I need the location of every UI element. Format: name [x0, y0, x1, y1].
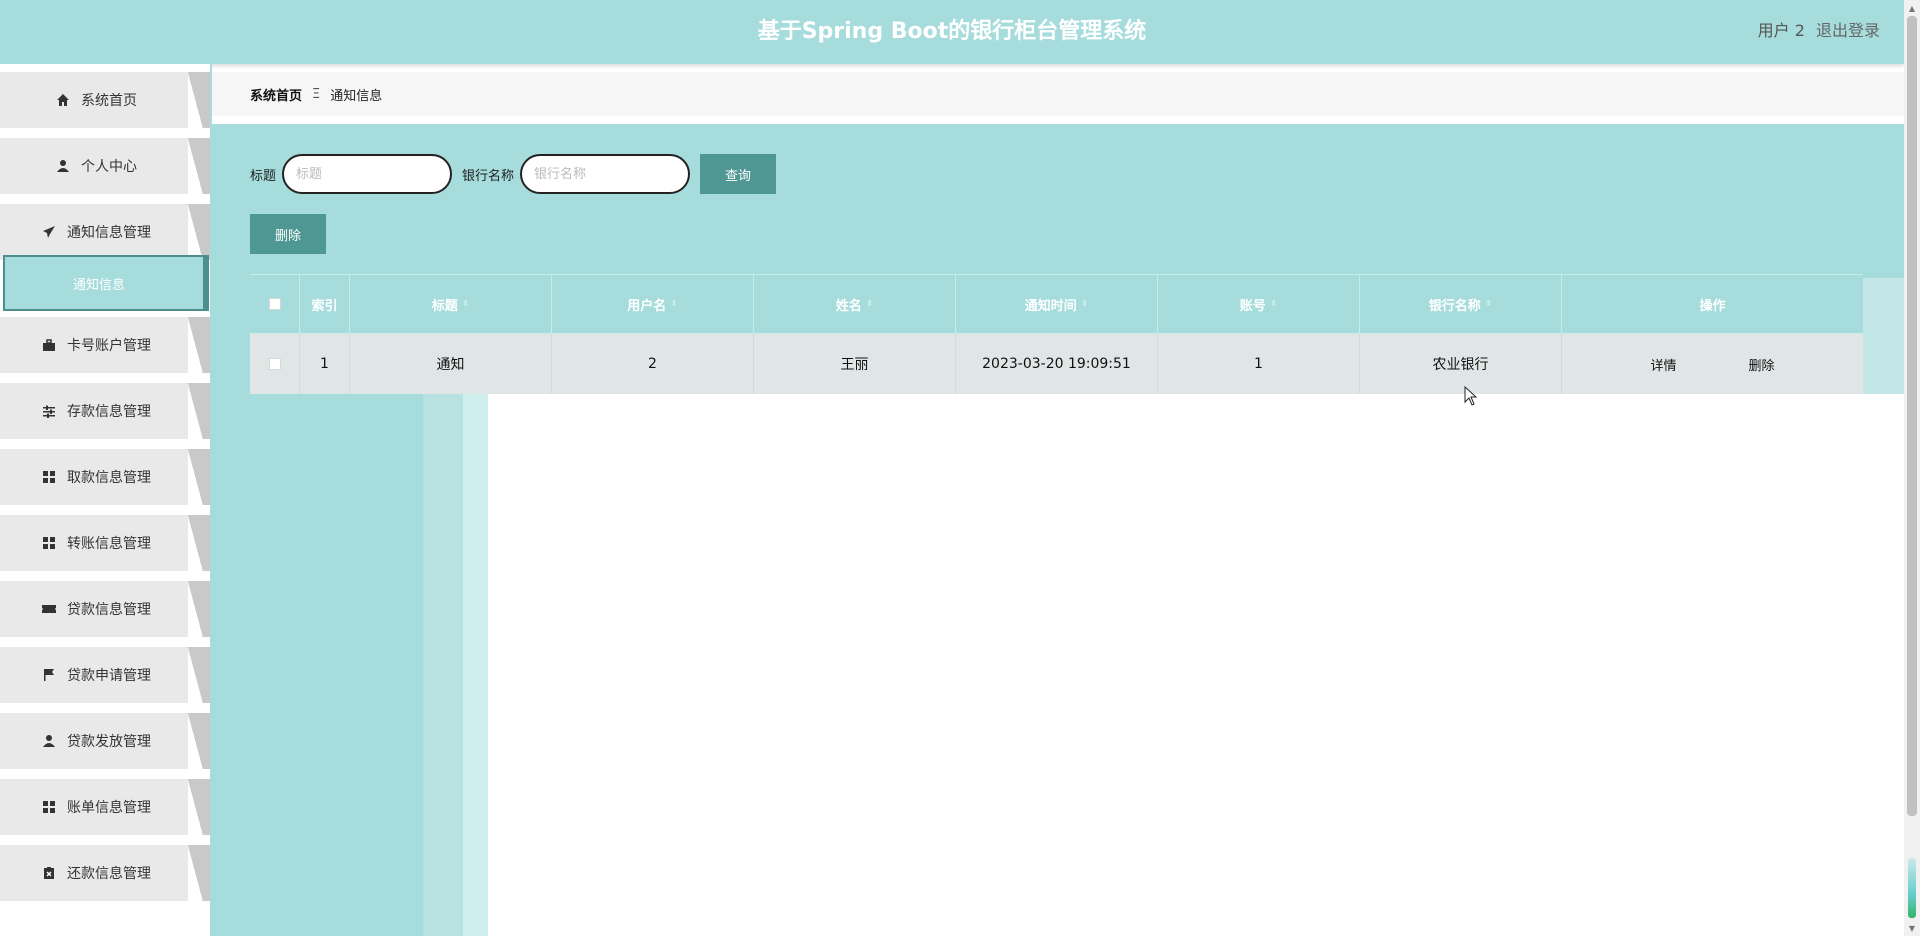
- breadcrumb-separator: Ξ: [312, 86, 321, 102]
- home-icon: [55, 92, 71, 108]
- column-header-time[interactable]: 通知时间 ⬍: [956, 275, 1158, 333]
- scroll-up-arrow-icon[interactable]: ▲: [1904, 0, 1920, 16]
- ticket-icon: [41, 601, 57, 617]
- sidebar-item-loan-application[interactable]: 贷款申请管理: [0, 647, 210, 703]
- data-table: 索引 标题 ⬍ 用户名 ⬍ 姓名 ⬍ 通知时间 ⬍ 账号 ⬍ 银行名称 ⬍ 操作 1 通知 …: [250, 274, 1863, 394]
- sidebar-item-deposit[interactable]: 存款信息管理: [0, 383, 210, 439]
- query-button[interactable]: 查询: [700, 154, 777, 194]
- user-icon: [41, 733, 57, 749]
- sidebar-subitem-notice-info[interactable]: 通知信息: [3, 255, 209, 311]
- search-form: 标题 银行名称 查询: [250, 154, 777, 194]
- sort-icon[interactable]: ⬍: [866, 299, 874, 309]
- cell-name: 王丽: [754, 334, 956, 394]
- top-header: 基于Spring Boot的银行柜台管理系统 用户 2 退出登录: [0, 0, 1904, 64]
- sidebar-item-notice-management[interactable]: 通知信息管理: [0, 204, 210, 260]
- clipboard-x-icon: [41, 865, 57, 881]
- sidebar-item-home[interactable]: 系统首页: [0, 72, 210, 128]
- sidebar-item-label: 个人中心: [81, 159, 137, 175]
- table-header: 索引 标题 ⬍ 用户名 ⬍ 姓名 ⬍ 通知时间 ⬍ 账号 ⬍ 银行名称 ⬍ 操作: [250, 274, 1863, 334]
- user-area: 用户 2 退出登录: [1752, 0, 1880, 64]
- sort-icon[interactable]: ⬍: [670, 299, 678, 309]
- row-delete-link[interactable]: 删除: [1749, 355, 1775, 374]
- cell-actions: 详情 删除: [1562, 334, 1863, 394]
- cell-username: 2: [552, 334, 754, 394]
- briefcase-icon: [41, 337, 57, 353]
- scroll-down-arrow-icon[interactable]: ▼: [1904, 920, 1920, 936]
- scroll-indicator: [1908, 858, 1916, 918]
- sort-icon[interactable]: ⬍: [462, 299, 470, 309]
- sidebar: 系统首页 个人中心 通知信息管理 通知信息 卡号账户管理 存款信息管理 取款信息…: [0, 64, 212, 936]
- sidebar-item-label: 还款信息管理: [67, 866, 151, 882]
- column-header-name[interactable]: 姓名 ⬍: [754, 275, 956, 333]
- sidebar-item-label: 账单信息管理: [67, 800, 151, 816]
- cell-time: 2023-03-20 19:09:51: [956, 334, 1158, 394]
- user-icon: [55, 158, 71, 174]
- sidebar-item-bill[interactable]: 账单信息管理: [0, 779, 210, 835]
- title-search-input[interactable]: [282, 154, 453, 194]
- sidebar-item-label: 取款信息管理: [67, 470, 151, 486]
- cell-title: 通知: [350, 334, 552, 394]
- detail-link[interactable]: 详情: [1650, 355, 1676, 374]
- batch-delete-button[interactable]: 删除: [250, 214, 326, 254]
- breadcrumb: 系统首页 Ξ 通知信息: [212, 72, 1904, 116]
- send-icon: [41, 224, 57, 240]
- sidebar-item-label: 贷款申请管理: [67, 668, 151, 684]
- page-scrollbar[interactable]: ▲ ▼: [1904, 0, 1920, 936]
- cell-account: 1: [1158, 334, 1360, 394]
- column-header-bank[interactable]: 银行名称 ⬍: [1360, 275, 1562, 333]
- sidebar-item-loan[interactable]: 贷款信息管理: [0, 581, 210, 637]
- logout-link[interactable]: 退出登录: [1816, 21, 1880, 40]
- sidebar-item-profile[interactable]: 个人中心: [0, 138, 210, 194]
- column-header-account[interactable]: 账号 ⬍: [1158, 275, 1360, 333]
- cell-bank: 农业银行: [1360, 334, 1562, 394]
- bank-label: 银行名称: [462, 168, 515, 184]
- sidebar-item-loan-disbursement[interactable]: 贷款发放管理: [0, 713, 210, 769]
- breadcrumb-current: 通知信息: [330, 88, 383, 104]
- column-header-title[interactable]: 标题 ⬍: [350, 275, 552, 333]
- sidebar-item-repayment[interactable]: 还款信息管理: [0, 845, 210, 901]
- sidebar-item-label: 存款信息管理: [67, 404, 151, 420]
- sort-icon[interactable]: ⬍: [1485, 299, 1493, 309]
- cell-index: 1: [300, 334, 350, 394]
- column-header-actions: 操作: [1699, 298, 1726, 314]
- sidebar-item-label: 通知信息管理: [67, 225, 151, 241]
- sidebar-item-label: 转账信息管理: [67, 536, 151, 552]
- grid-icon: [41, 799, 57, 815]
- scroll-thumb[interactable]: [1907, 16, 1917, 816]
- current-user-label: 用户 2: [1757, 21, 1805, 40]
- title-label: 标题: [250, 168, 277, 184]
- bank-search-input[interactable]: [520, 154, 691, 194]
- column-header-index: 索引: [300, 275, 350, 333]
- sidebar-item-label: 贷款发放管理: [67, 734, 151, 750]
- breadcrumb-home[interactable]: 系统首页: [250, 85, 302, 104]
- table-row: 1 通知 2 王丽 2023-03-20 19:09:51 1 农业银行 详情 …: [250, 334, 1863, 394]
- sidebar-item-label: 系统首页: [81, 93, 137, 109]
- sidebar-item-card-account[interactable]: 卡号账户管理: [0, 317, 210, 373]
- row-checkbox[interactable]: [268, 358, 281, 370]
- grid-icon: [41, 469, 57, 485]
- column-header-username[interactable]: 用户名 ⬍: [552, 275, 754, 333]
- sort-icon[interactable]: ⬍: [1270, 299, 1278, 309]
- sidebar-item-label: 贷款信息管理: [67, 602, 151, 618]
- sidebar-item-label: 卡号账户管理: [67, 338, 151, 354]
- grid-icon: [41, 535, 57, 551]
- sidebar-item-withdrawal[interactable]: 取款信息管理: [0, 449, 210, 505]
- select-all-checkbox[interactable]: [268, 298, 281, 310]
- sliders-icon: [41, 403, 57, 419]
- flag-icon: [41, 667, 57, 683]
- sort-icon[interactable]: ⬍: [1081, 299, 1089, 309]
- sidebar-item-transfer[interactable]: 转账信息管理: [0, 515, 210, 571]
- app-title: 基于Spring Boot的银行柜台管理系统: [757, 19, 1147, 44]
- mouse-cursor-icon: [1464, 385, 1478, 410]
